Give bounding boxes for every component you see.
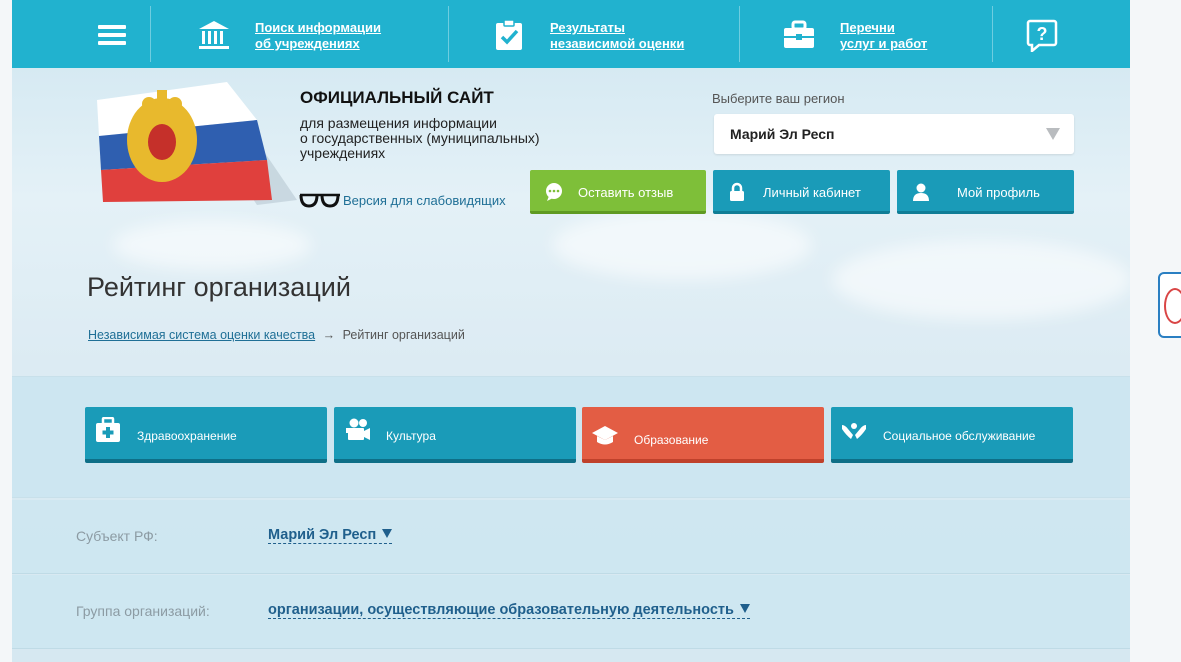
svg-text:?: ? — [1037, 24, 1048, 44]
leave-review-button[interactable]: Оставить отзыв — [530, 170, 706, 214]
my-profile-button[interactable]: Мой профиль — [897, 170, 1074, 214]
group-filter-dropdown[interactable]: организации, осуществляющие образователь… — [268, 602, 750, 619]
triangle-down-icon — [382, 529, 393, 538]
briefcase-icon — [784, 20, 814, 48]
glasses-icon — [299, 193, 340, 208]
subject-filter-label: Субъект РФ: — [76, 528, 158, 544]
breadcrumb-link-quality-system[interactable]: Независимая система оценки качества — [88, 328, 315, 342]
russia-flag-emblem-logo — [97, 82, 297, 205]
caring-hands-icon — [842, 423, 866, 439]
site-title: ОФИЦИАЛЬНЫЙ САЙТ — [300, 88, 494, 107]
category-label: Образование — [634, 433, 709, 447]
category-label: Социальное обслуживание — [883, 429, 1036, 443]
filter-row-subject: Субъект РФ: Марий Эл Респ — [12, 500, 1130, 574]
triangle-down-icon — [739, 604, 750, 613]
graduation-cap-icon — [592, 426, 618, 445]
gosuslugi-logo-icon — [1164, 288, 1181, 324]
chevron-down-icon — [1046, 128, 1060, 140]
nav-item-label: Перечни услуг и работ — [840, 20, 928, 51]
category-culture-button[interactable]: Культура — [334, 407, 576, 463]
user-icon — [913, 183, 929, 201]
film-camera-icon — [346, 418, 370, 440]
personal-cabinet-label: Личный кабинет — [763, 185, 861, 200]
leave-review-label: Оставить отзыв — [578, 185, 674, 200]
group-filter-label: Группа организаций: — [76, 603, 210, 619]
group-filter-value: организации, осуществляющие образователь… — [268, 602, 734, 618]
region-select[interactable]: Марий Эл Респ — [714, 114, 1074, 154]
category-label: Здравоохранение — [137, 429, 237, 443]
category-social-service-button[interactable]: Социальное обслуживание — [831, 407, 1073, 463]
region-label: Выберите ваш регион — [712, 91, 845, 106]
page: Поиск информации об учреждениях Результа… — [12, 0, 1130, 662]
help-question-icon[interactable]: ? — [1025, 18, 1059, 52]
personal-cabinet-button[interactable]: Личный кабинет — [713, 170, 890, 214]
my-profile-label: Мой профиль — [957, 185, 1040, 200]
nav-divider — [739, 6, 740, 62]
category-panel: Здравоохранение Культура Образование Соц… — [12, 376, 1130, 498]
breadcrumb-current: Рейтинг организаций — [342, 328, 465, 342]
background-cloud — [112, 220, 312, 270]
breadcrumb-arrow-icon: → — [322, 328, 336, 342]
low-vision-version-link[interactable]: Версия для слабовидящих — [343, 193, 506, 208]
region-select-value: Марий Эл Респ — [730, 126, 835, 142]
breadcrumb: Независимая система оценки качества → Ре… — [88, 328, 465, 342]
checklist-icon — [496, 19, 522, 50]
filter-row-group: Группа организаций: организации, осущест… — [12, 575, 1130, 649]
subject-filter-dropdown[interactable]: Марий Эл Респ — [268, 527, 393, 544]
gosuslugi-side-badge[interactable] — [1158, 272, 1181, 338]
background-cloud — [832, 240, 1130, 320]
nav-divider — [992, 6, 993, 62]
medkit-icon — [96, 417, 120, 442]
nav-item-label: Поиск информации об учреждениях — [255, 20, 382, 51]
category-healthcare-button[interactable]: Здравоохранение — [85, 407, 327, 463]
lock-icon — [730, 182, 744, 201]
nav-item-evaluation-results[interactable]: Результаты независимой оценки — [492, 8, 684, 60]
subject-filter-value: Марий Эл Респ — [268, 527, 377, 543]
nav-item-institutions[interactable]: Поиск информации об учреждениях — [197, 8, 381, 60]
top-navigation-bar: Поиск информации об учреждениях Результа… — [12, 0, 1130, 68]
nav-item-services-list[interactable]: Перечни услуг и работ — [782, 8, 927, 60]
nav-divider — [150, 6, 151, 62]
site-subtitle: для размещения информации о государствен… — [300, 115, 540, 161]
nav-divider — [448, 6, 449, 62]
hamburger-menu-icon[interactable] — [98, 25, 126, 45]
speech-bubble-icon — [546, 183, 562, 201]
page-title: Рейтинг организаций — [87, 272, 351, 302]
category-education-button[interactable]: Образование — [582, 407, 824, 463]
background-cloud — [552, 210, 812, 280]
nav-item-label: Результаты независимой оценки — [550, 20, 685, 51]
category-label: Культура — [386, 429, 436, 443]
institution-icon — [199, 21, 229, 49]
